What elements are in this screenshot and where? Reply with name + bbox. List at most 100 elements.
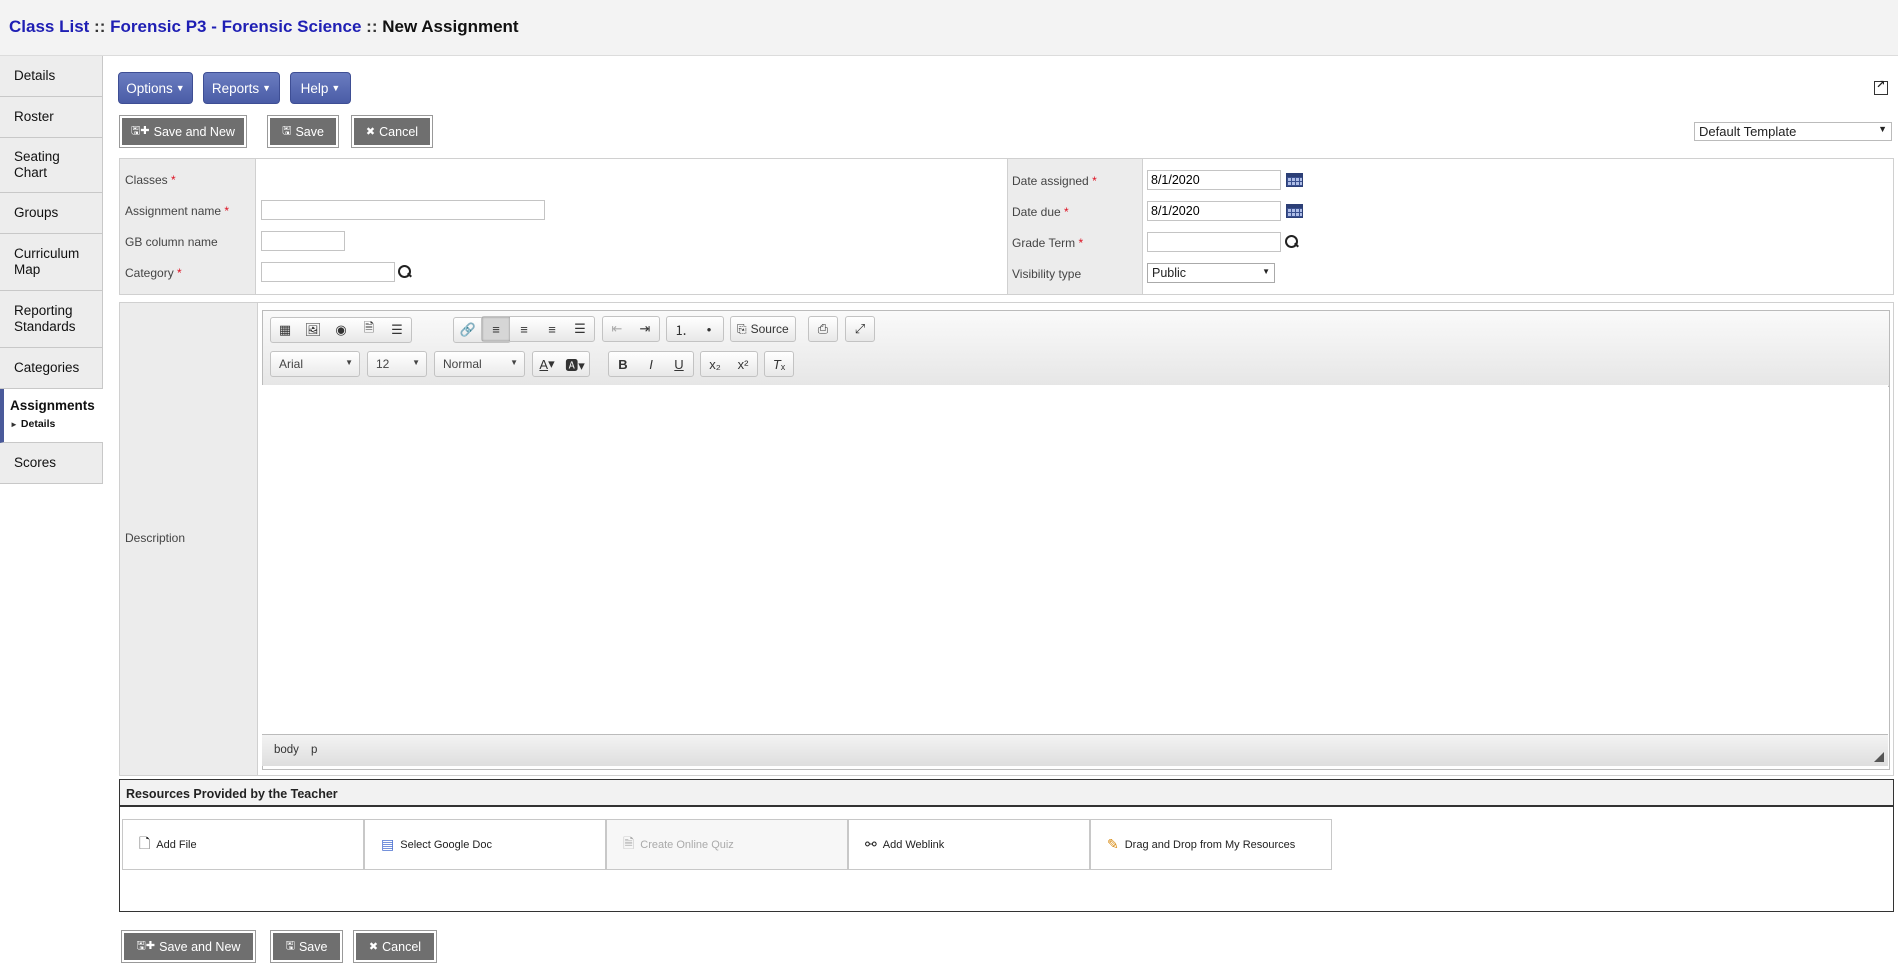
breadcrumb-course[interactable]: Forensic P3 - Forensic Science [110,17,361,36]
breadcrumb-separator: :: [94,17,106,36]
print-icon[interactable]: ⎙ [809,317,837,341]
sidebar-item-roster[interactable]: Roster [0,97,103,138]
font-size-select[interactable]: 12 ▼ [367,351,427,377]
visibility-type-select[interactable]: Public ▼ [1147,263,1275,283]
align-right-icon[interactable]: ≡ [538,317,566,341]
superscript-icon[interactable]: x² [729,352,757,376]
gb-column-name-label: GB column name [125,235,218,249]
cancel-button[interactable]: ✖ Cancel [352,116,432,147]
sidebar-item-categories[interactable]: Categories [0,348,103,389]
horizontal-rule-icon[interactable]: ☰ [383,318,411,342]
calendar-icon[interactable] [1286,173,1303,187]
cancel-button-bottom[interactable]: ✖ Cancel [354,931,436,962]
required-mark: * [171,173,176,187]
text-color-icon[interactable]: A ▾ [533,352,561,376]
date-due-input[interactable] [1147,201,1281,221]
bulleted-list-icon[interactable]: • [695,317,723,341]
breadcrumb-separator: :: [366,17,378,36]
help-menu-button[interactable]: Help ▼ [290,72,351,104]
save-icon: 🖫 [282,125,292,137]
bold-icon[interactable]: B [609,352,637,376]
close-icon: ✖ [368,941,379,953]
indent-icon[interactable]: ⇥ [631,317,659,341]
chevron-down-icon: ▼ [510,358,518,367]
search-icon[interactable] [398,265,412,279]
sidebar: Details Roster Seating Chart Groups Curr… [0,56,103,484]
sidebar-item-assignments[interactable]: Assignments ► Details [0,389,103,443]
align-toolbar-group: ≡ ≡ ≡ ☰ [481,316,595,342]
flash-icon[interactable]: ◉ [327,318,355,342]
create-online-quiz-button: 🗎 Create Online Quiz [606,819,848,870]
classes-label-text: Classes [125,173,168,187]
sidebar-item-seating-chart[interactable]: Seating Chart [0,138,103,193]
select-google-doc-button[interactable]: ▤ Select Google Doc [364,819,606,870]
assignment-name-input[interactable] [261,200,545,220]
format-select[interactable]: Normal ▼ [434,351,525,377]
add-file-icon: 🗋 [139,834,151,851]
add-file-button[interactable]: 🗋 Add File [122,819,364,870]
indent-toolbar-group: ⇤ ⇥ [602,316,660,342]
options-label: Options [126,80,173,96]
gb-column-name-input[interactable] [261,231,345,251]
align-justify-icon[interactable]: ☰ [566,317,594,341]
sidebar-item-label: Roster [14,109,54,124]
add-weblink-button[interactable]: ⚯ Add Weblink [848,819,1090,870]
pop-out-icon[interactable] [1874,78,1888,95]
editor-content-area[interactable] [262,385,1888,734]
list-toolbar-group: ⒈ • [666,316,724,342]
font-family-select[interactable]: Arial ▼ [270,351,360,377]
drag-drop-resources-button[interactable]: ✎ Drag and Drop from My Resources [1090,819,1332,870]
template-select[interactable]: Default Template ▼ [1694,122,1892,141]
triangle-right-icon: ► [10,420,18,429]
sidebar-subitem-details[interactable]: ► Details [10,416,55,433]
table-icon[interactable]: ▦ [271,318,299,342]
align-center-icon[interactable]: ≡ [510,317,538,341]
source-button[interactable]: ⎘ Source [731,317,795,341]
grade-term-input[interactable] [1147,232,1281,252]
sidebar-item-curriculum-map[interactable]: Curriculum Map [0,234,103,291]
font-family-value: Arial [279,357,304,371]
outdent-icon[interactable]: ⇤ [603,317,631,341]
calendar-icon[interactable] [1286,204,1303,218]
options-menu-button[interactable]: Options ▼ [118,72,193,104]
search-icon[interactable] [1285,235,1299,249]
sidebar-item-groups[interactable]: Groups [0,193,103,234]
document-icon[interactable]: 🗎 [355,318,383,342]
breadcrumb-class-list[interactable]: Class List [9,17,89,36]
save-button[interactable]: 🖫 Save [268,116,338,147]
remove-format-icon[interactable]: Tₓ [765,352,793,376]
assignment-name-label-text: Assignment name [125,204,222,218]
sidebar-subitem-label: Details [20,418,56,430]
save-and-new-button[interactable]: 🖫✚ Save and New [120,116,246,147]
underline-icon[interactable]: U [665,352,693,376]
assignment-name-label: Assignment name * [125,204,229,218]
italic-icon[interactable]: I [637,352,665,376]
cancel-label: Cancel [382,939,422,954]
numbered-list-icon[interactable]: ⒈ [667,317,695,341]
align-left-icon[interactable]: ≡ [482,317,510,341]
visibility-type-label: Visibility type [1012,267,1082,281]
image-icon[interactable]: 🖼 [299,318,327,342]
maximize-icon[interactable]: ⤢ [846,317,874,341]
sidebar-item-details[interactable]: Details [0,56,103,97]
status-path-body[interactable]: body [274,744,299,756]
sidebar-item-scores[interactable]: Scores [0,443,103,484]
status-path-p[interactable]: p [311,744,317,756]
resize-handle[interactable] [1874,752,1884,762]
category-label-text: Category [125,266,174,280]
caret-down-icon: ▼ [331,83,341,93]
category-label: Category * [125,266,182,280]
required-mark: * [224,204,230,218]
date-assigned-input[interactable] [1147,170,1281,190]
category-input[interactable] [261,262,395,282]
save-and-new-button-bottom[interactable]: 🖫✚ Save and New [122,931,255,962]
subscript-icon[interactable]: x₂ [701,352,729,376]
link-icon[interactable]: 🔗 [454,318,482,342]
sidebar-item-label: Seating Chart [14,149,60,180]
sidebar-item-label: Reporting Standards [14,303,76,334]
background-color-icon[interactable]: 🅰▾ [561,352,589,376]
reports-menu-button[interactable]: Reports ▼ [203,72,280,104]
save-button-bottom[interactable]: 🖫 Save [271,931,342,962]
quiz-icon: 🗎 [623,834,635,851]
sidebar-item-reporting-standards[interactable]: Reporting Standards [0,291,103,348]
